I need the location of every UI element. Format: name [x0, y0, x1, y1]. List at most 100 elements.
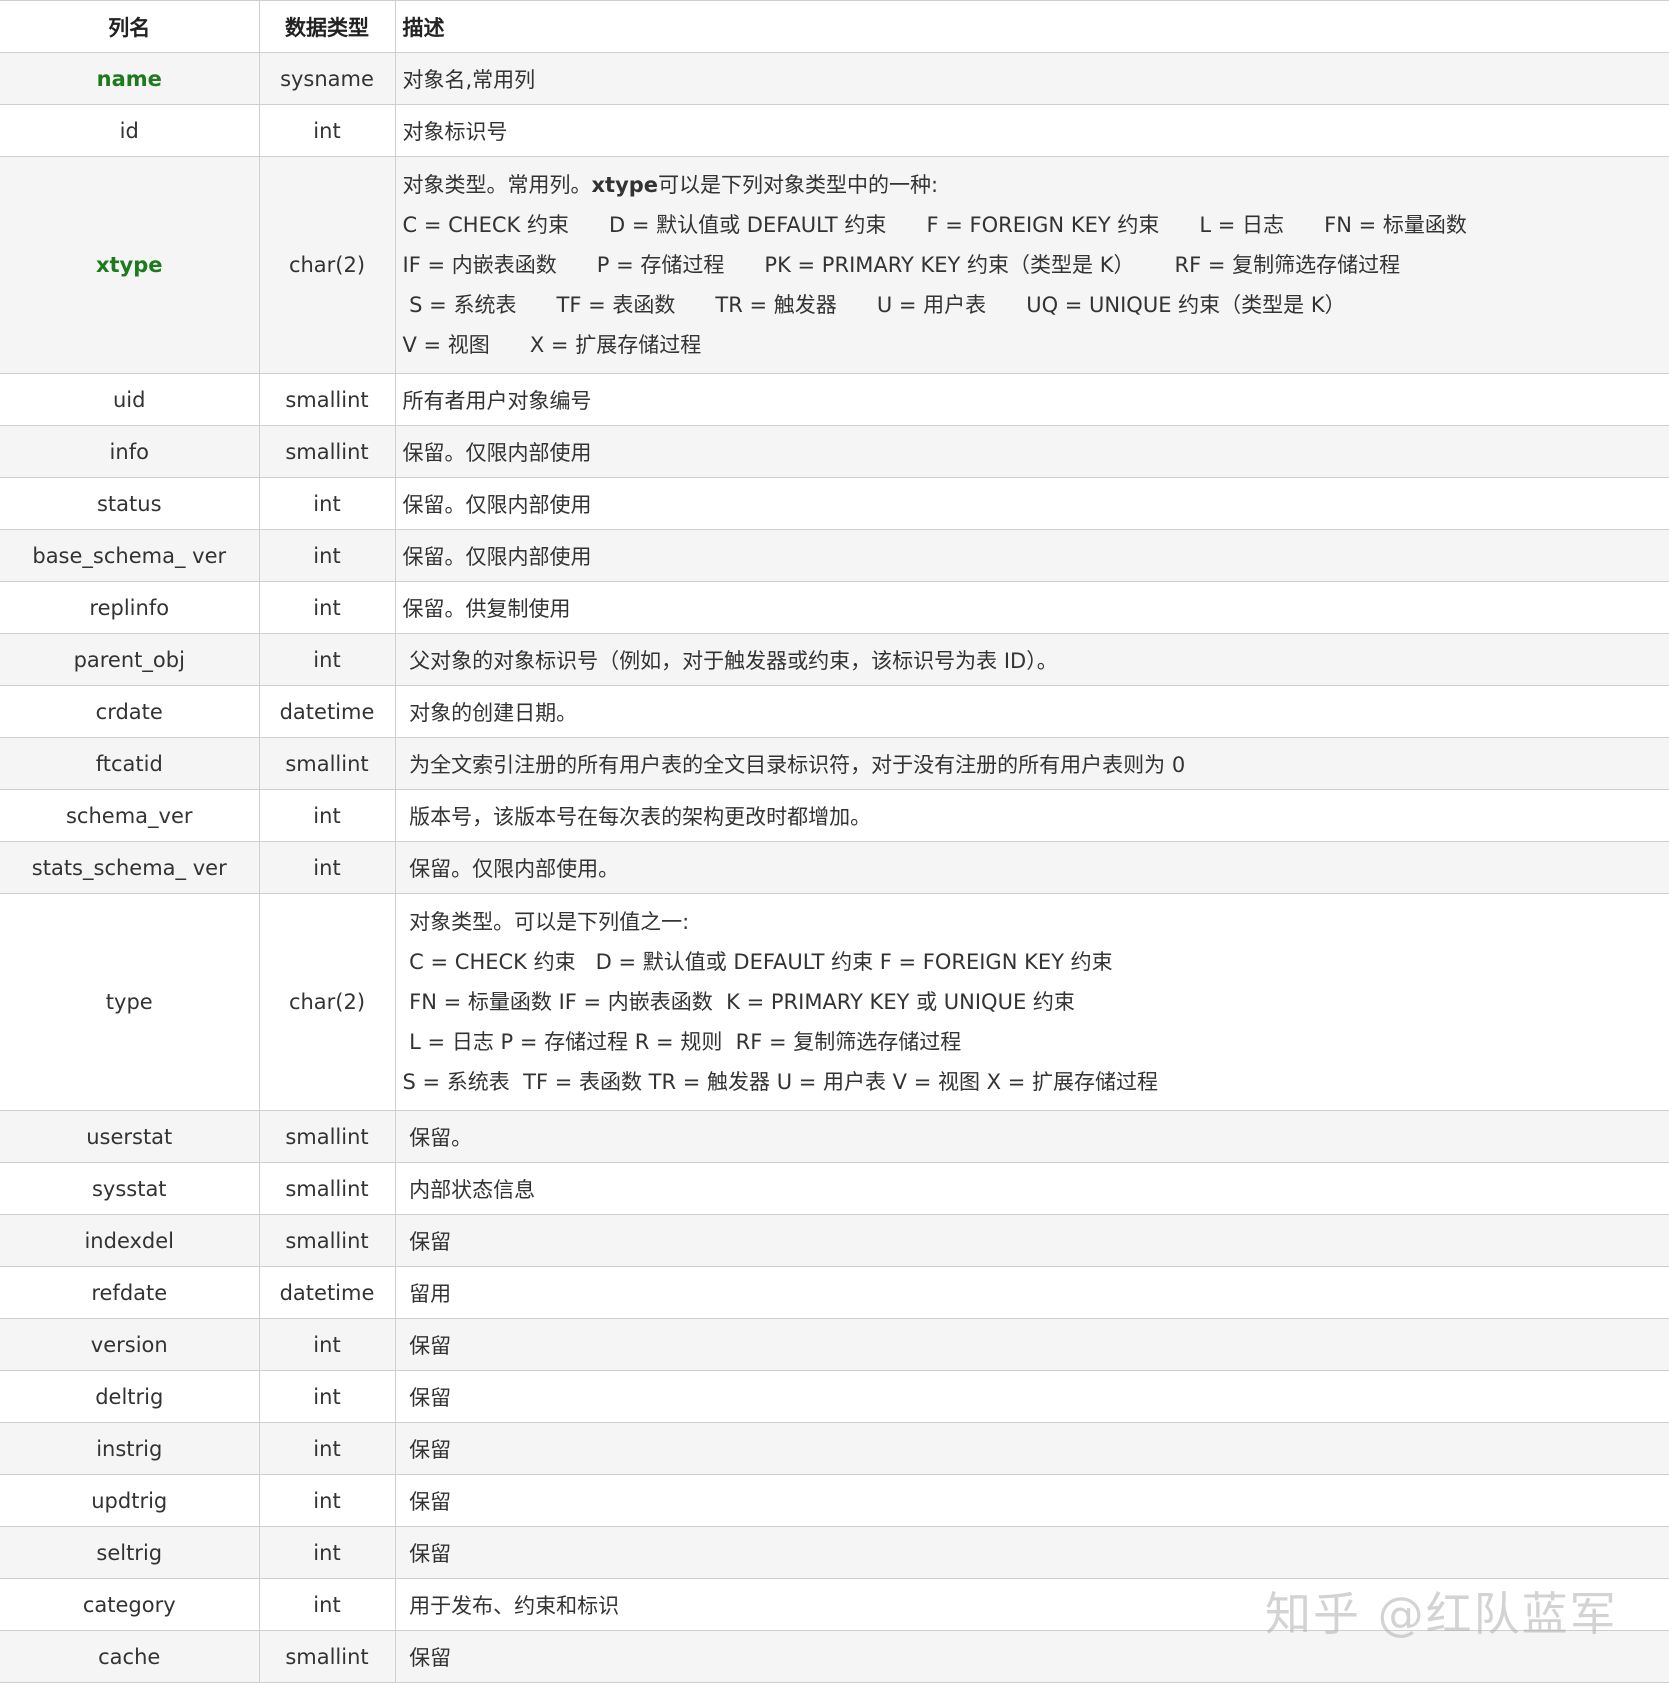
cell-column-name: category [0, 1578, 260, 1631]
header-description: 描述 [395, 0, 1669, 53]
cell-data-type: int [259, 1578, 396, 1631]
cell-column-name: schema_ver [0, 789, 260, 842]
table-row: uid smallint 所有者用户对象编号 [0, 373, 1669, 426]
cell-description: 保留。仅限内部使用 [395, 425, 1669, 478]
cell-description: 对象的创建日期。 [395, 685, 1669, 738]
cell-column-name: userstat [0, 1110, 260, 1163]
cell-description: 留用 [395, 1266, 1669, 1319]
cell-description: 保留。仅限内部使用。 [395, 841, 1669, 894]
cell-data-type: smallint [259, 1630, 396, 1683]
watermark: 知乎 @红队蓝军 [1265, 1587, 1618, 1641]
cell-data-type: char(2) [259, 156, 396, 374]
cell-column-name: deltrig [0, 1370, 260, 1423]
table-row: xtype char(2) 对象类型。常用列。xtype可以是下列对象类型中的一种:… [0, 156, 1669, 374]
cell-description: 对象名,常用列 [395, 52, 1669, 105]
cell-column-name: xtype [0, 156, 260, 374]
cell-data-type: smallint [259, 1214, 396, 1267]
cell-description: 父对象的对象标识号（例如，对于触发器或约束，该标识号为表 ID）。 [395, 633, 1669, 686]
cell-description: 所有者用户对象编号 [395, 373, 1669, 426]
table-row: seltrig int 保留 [0, 1526, 1669, 1579]
cell-data-type: int [259, 1370, 396, 1423]
header-row: 列名 数据类型 描述 [0, 0, 1669, 53]
table-row: base_schema_ ver int 保留。仅限内部使用 [0, 529, 1669, 582]
cell-column-name: refdate [0, 1266, 260, 1319]
cell-data-type: int [259, 1422, 396, 1475]
cell-description: 为全文索引注册的所有用户表的全文目录标识符，对于没有注册的所有用户表则为 0 [395, 737, 1669, 790]
table-row: deltrig int 保留 [0, 1370, 1669, 1423]
table-row: version int 保留 [0, 1318, 1669, 1371]
table-row: stats_schema_ ver int 保留。仅限内部使用。 [0, 841, 1669, 894]
cell-column-name: cache [0, 1630, 260, 1683]
cell-column-name: base_schema_ ver [0, 529, 260, 582]
cell-data-type: int [259, 1474, 396, 1527]
cell-data-type: int [259, 581, 396, 634]
cell-data-type: int [259, 841, 396, 894]
cell-description: 对象标识号 [395, 104, 1669, 157]
table-row: crdate datetime 对象的创建日期。 [0, 685, 1669, 738]
cell-description: 对象类型。常用列。xtype可以是下列对象类型中的一种: C = CHECK 约束… [395, 156, 1669, 374]
description-text: 对象类型。常用列。 [402, 173, 592, 197]
cell-data-type: smallint [259, 737, 396, 790]
table-row: schema_ver int 版本号，该版本号在每次表的架构更改时都增加。 [0, 789, 1669, 842]
cell-column-name: id [0, 104, 260, 157]
description-line: S = 系统表 TF = 表函数 TR = 触发器 U = 用户表 V = 视图… [402, 1070, 1159, 1094]
cell-column-name: seltrig [0, 1526, 260, 1579]
cell-description: 版本号，该版本号在每次表的架构更改时都增加。 [395, 789, 1669, 842]
cell-description: 保留 [395, 1526, 1669, 1579]
cell-column-name: uid [0, 373, 260, 426]
cell-description: 保留 [395, 1370, 1669, 1423]
cell-description: 保留 [395, 1474, 1669, 1527]
cell-data-type: smallint [259, 425, 396, 478]
cell-column-name: replinfo [0, 581, 260, 634]
cell-data-type: int [259, 1318, 396, 1371]
cell-column-name: instrig [0, 1422, 260, 1475]
table-row: sysstat smallint 内部状态信息 [0, 1162, 1669, 1215]
table-body: name sysname 对象名,常用列 id int 对象标识号 xtype char(2)… [0, 52, 1669, 1683]
table-row: userstat smallint 保留。 [0, 1110, 1669, 1163]
description-line: 对象类型。常用列。xtype可以是下列对象类型中的一种: [403, 165, 1669, 205]
cell-data-type: int [259, 789, 396, 842]
table-row: name sysname 对象名,常用列 [0, 52, 1669, 105]
header-column-name: 列名 [0, 0, 260, 53]
header-data-type: 数据类型 [259, 0, 396, 53]
cell-data-type: smallint [259, 1162, 396, 1215]
cell-column-name: status [0, 477, 260, 530]
description-line: 对象类型。可以是下列值之一: [402, 910, 690, 934]
cell-column-name: info [0, 425, 260, 478]
table-row: type char(2) 对象类型。可以是下列值之一: C = CHECK 约束 … [0, 893, 1669, 1111]
table-row: updtrig int 保留 [0, 1474, 1669, 1527]
cell-column-name: ftcatid [0, 737, 260, 790]
cell-description: 保留 [395, 1318, 1669, 1371]
cell-data-type: int [259, 104, 396, 157]
cell-data-type: datetime [259, 685, 396, 738]
columns-table: 列名 数据类型 描述 name sysname 对象名,常用列 id int 对象标识号 x… [0, 0, 1669, 1683]
cell-data-type: char(2) [259, 893, 396, 1111]
table-row: refdate datetime 留用 [0, 1266, 1669, 1319]
table-row: status int 保留。仅限内部使用 [0, 477, 1669, 530]
cell-data-type: smallint [259, 373, 396, 426]
cell-data-type: datetime [259, 1266, 396, 1319]
cell-column-name: updtrig [0, 1474, 260, 1527]
table-row: ftcatid smallint 为全文索引注册的所有用户表的全文目录标识符，对于… [0, 737, 1669, 790]
table-row: indexdel smallint 保留 [0, 1214, 1669, 1267]
cell-data-type: int [259, 529, 396, 582]
cell-description: 对象类型。可以是下列值之一: C = CHECK 约束 D = 默认值或 DEF… [395, 893, 1669, 1111]
cell-description: 保留。 [395, 1110, 1669, 1163]
cell-data-type: sysname [259, 52, 396, 105]
description-line: FN = 标量函数 IF = 内嵌表函数 K = PRIMARY KEY 或 U… [402, 990, 1075, 1014]
cell-column-name: crdate [0, 685, 260, 738]
cell-description: 保留。仅限内部使用 [395, 529, 1669, 582]
cell-data-type: int [259, 1526, 396, 1579]
description-text: 可以是下列对象类型中的一种: [658, 173, 939, 197]
table-row: info smallint 保留。仅限内部使用 [0, 425, 1669, 478]
description-line: C = CHECK 约束 D = 默认值或 DEFAULT 约束 F = FOR… [402, 213, 1467, 237]
cell-description: 保留。仅限内部使用 [395, 477, 1669, 530]
cell-description: 内部状态信息 [395, 1162, 1669, 1215]
description-keyword: xtype [591, 173, 659, 197]
description-line: C = CHECK 约束 D = 默认值或 DEFAULT 约束 F = FOR… [402, 950, 1113, 974]
table-row: instrig int 保留 [0, 1422, 1669, 1475]
table-row: replinfo int 保留。供复制使用 [0, 581, 1669, 634]
cell-column-name: indexdel [0, 1214, 260, 1267]
description-line: IF = 内嵌表函数 P = 存储过程 PK = PRIMARY KEY 约束（… [402, 253, 1401, 277]
cell-description: 保留 [395, 1422, 1669, 1475]
